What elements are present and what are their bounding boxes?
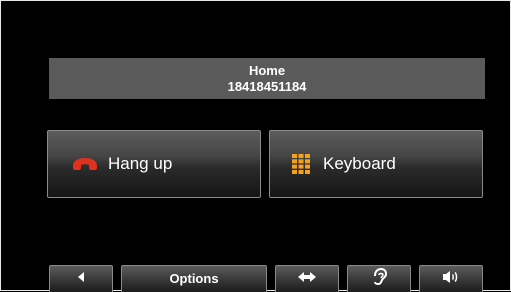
caller-info-panel: Home 18418451184 <box>49 58 485 99</box>
hang-up-label: Hang up <box>108 154 173 173</box>
hang-up-button[interactable]: Hang up <box>47 130 261 198</box>
options-button[interactable]: Options <box>121 265 267 292</box>
keypad-grid-icon <box>292 154 310 174</box>
bottom-toolbar: Options <box>1 265 511 292</box>
back-button[interactable] <box>49 265 113 292</box>
keyboard-label: Keyboard <box>323 154 396 173</box>
switch-button[interactable] <box>275 265 339 292</box>
caller-number: 18418451184 <box>227 78 307 94</box>
screen-frame: Home 18418451184 Hang up Keyboard Option… <box>0 0 511 292</box>
left-right-arrows-icon <box>298 270 316 288</box>
options-label: Options <box>169 271 219 286</box>
volume-button[interactable] <box>419 265 483 292</box>
ear-icon <box>371 267 388 291</box>
caller-name: Home <box>248 62 286 78</box>
hearing-button[interactable] <box>347 265 411 292</box>
speaker-volume-icon <box>442 270 460 289</box>
triangle-left-icon <box>76 270 86 288</box>
keyboard-button[interactable]: Keyboard <box>269 130 483 198</box>
phone-hangup-icon <box>72 157 98 171</box>
